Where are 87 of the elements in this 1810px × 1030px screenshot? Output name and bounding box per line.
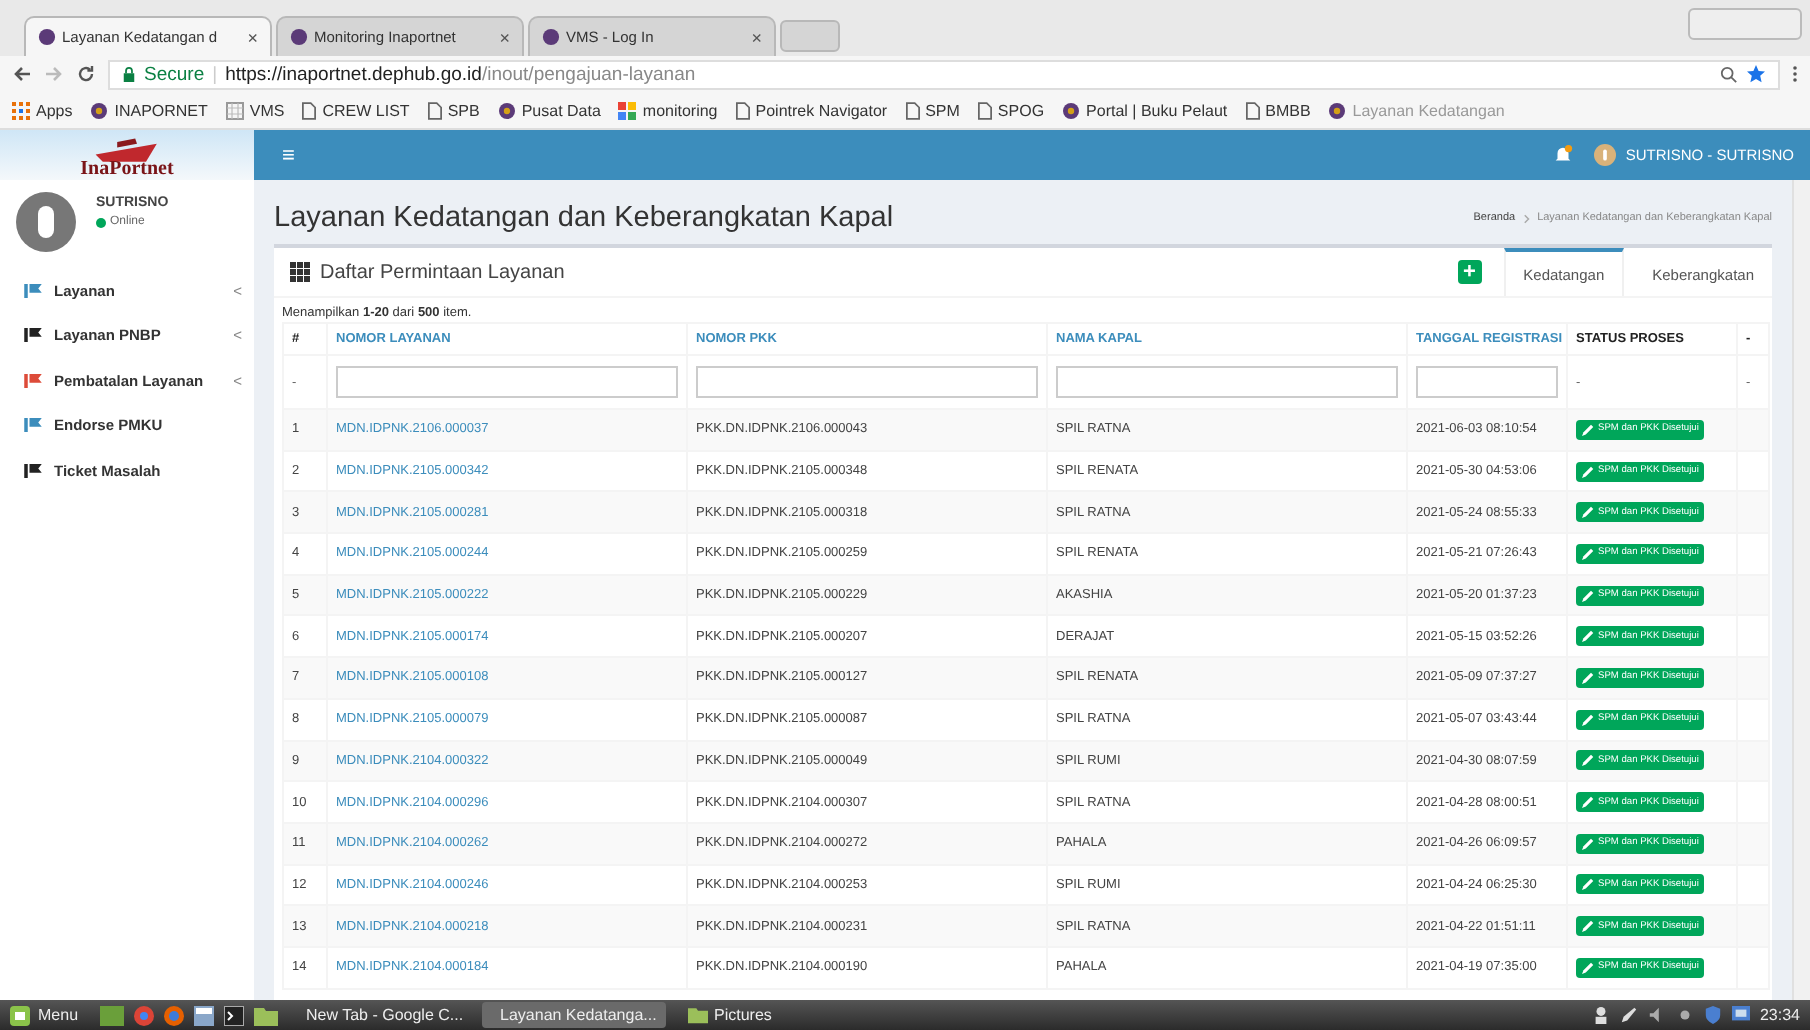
desktop-icon[interactable] (100, 1005, 125, 1025)
chevron-icon (1523, 213, 1530, 223)
folder-icon (688, 1006, 709, 1024)
menu-icon[interactable]: ≡ (282, 143, 295, 167)
globe-icon (542, 28, 560, 46)
page-icon (302, 101, 317, 119)
bookmark[interactable]: INAPORNET (90, 101, 208, 119)
back-icon[interactable] (12, 64, 32, 84)
pencil-icon (1582, 837, 1594, 850)
pencil-icon (1582, 589, 1594, 602)
taskbar-window[interactable]: Pictures (676, 1002, 861, 1028)
bell-icon[interactable] (1551, 144, 1574, 166)
bookmark[interactable]: monitoring (618, 101, 718, 119)
close-icon[interactable]: × (499, 27, 510, 47)
bookmark[interactable]: SPOG (977, 101, 1045, 119)
zoom-icon[interactable] (1720, 65, 1738, 83)
address-field[interactable]: Secure | https://inaportnet.dephub.go.id/inout/pengajuan-layanan (108, 59, 1780, 89)
close-icon[interactable]: × (751, 27, 762, 47)
apps-icon (12, 101, 30, 119)
globe-icon (90, 101, 109, 119)
globe-icon (1062, 101, 1081, 119)
window-icon[interactable] (194, 1005, 215, 1025)
monitor-icon[interactable] (1731, 1006, 1750, 1024)
pencil-icon (1582, 547, 1594, 560)
pencil-icon (1582, 754, 1594, 767)
pencil-icon (1582, 671, 1594, 684)
page-icon (427, 101, 442, 119)
pencil-icon (1582, 465, 1594, 478)
pencil-icon (1582, 423, 1594, 436)
bookmark[interactable]: Apps (12, 101, 73, 119)
bookmark[interactable]: VMS (225, 101, 285, 119)
pencil-icon (1582, 630, 1594, 643)
shield-icon[interactable] (1703, 1006, 1722, 1024)
bookmark[interactable]: SPM (905, 101, 960, 119)
filter-field[interactable] (1416, 366, 1558, 398)
bookmark[interactable]: CREW LIST (302, 101, 410, 119)
bookmark[interactable]: Pusat Data (497, 101, 601, 119)
close-icon[interactable]: × (247, 27, 258, 47)
separator: | (212, 63, 218, 85)
pen-icon[interactable] (1619, 1006, 1638, 1024)
lock-icon (122, 65, 136, 83)
taskbar-window[interactable]: New Tab - Google C... (288, 1002, 473, 1028)
pencil-icon (1582, 796, 1594, 809)
page-icon (905, 101, 920, 119)
pencil-icon (1582, 878, 1594, 891)
bookmark[interactable]: Portal | Buku Pelaut (1062, 101, 1228, 119)
filter-field[interactable] (336, 366, 678, 398)
browser-icon[interactable] (134, 1005, 155, 1025)
avatar-icon (16, 192, 76, 252)
scrollbar[interactable] (1792, 180, 1810, 1000)
reload-icon[interactable] (76, 64, 96, 84)
brightness-icon[interactable] (1675, 1006, 1694, 1024)
globe-icon (38, 28, 56, 46)
grid-icon (225, 101, 244, 119)
star-icon[interactable] (1746, 64, 1766, 84)
taskbar-window[interactable]: Layanan Kedatanga... (482, 1002, 667, 1028)
filter-field[interactable] (1056, 366, 1398, 398)
pencil-icon (1582, 713, 1594, 726)
globe-icon (290, 28, 308, 46)
page-icon (977, 101, 992, 119)
page-icon (735, 101, 750, 119)
bookmark[interactable]: SPB (427, 101, 480, 119)
filter-field[interactable] (696, 366, 1038, 398)
bookmark[interactable]: Layanan Kedatangan (1328, 101, 1505, 119)
user-icon[interactable] (1591, 1006, 1610, 1024)
page-title: Layanan Kedatangan dan Keberangkatan Kapal (274, 202, 896, 234)
grid-icon (290, 262, 310, 282)
bookmark[interactable]: Pointrek Navigator (735, 101, 888, 119)
globe-icon (497, 101, 516, 119)
more-icon[interactable] (1792, 64, 1798, 84)
pencil-icon (1582, 506, 1594, 519)
start-menu-button[interactable]: Menu (10, 1005, 79, 1025)
logo[interactable]: InaPortnet (0, 130, 254, 180)
globe-icon (1328, 101, 1347, 119)
card-title: Daftar Permintaan Layanan (320, 261, 565, 283)
tiles-icon (618, 101, 637, 119)
page-icon (1245, 101, 1260, 119)
add-button[interactable]: + (1457, 260, 1482, 284)
terminal-icon[interactable] (224, 1005, 245, 1025)
menu-logo-icon (10, 1005, 30, 1025)
clock: 23:34 (1759, 1006, 1800, 1024)
folder-icon[interactable] (254, 1005, 279, 1025)
bookmark[interactable]: BMBB (1245, 101, 1311, 119)
avatar-icon[interactable] (1593, 144, 1616, 166)
browser-icon[interactable] (164, 1005, 185, 1025)
pencil-icon (1582, 961, 1594, 974)
pencil-icon (1582, 920, 1594, 933)
